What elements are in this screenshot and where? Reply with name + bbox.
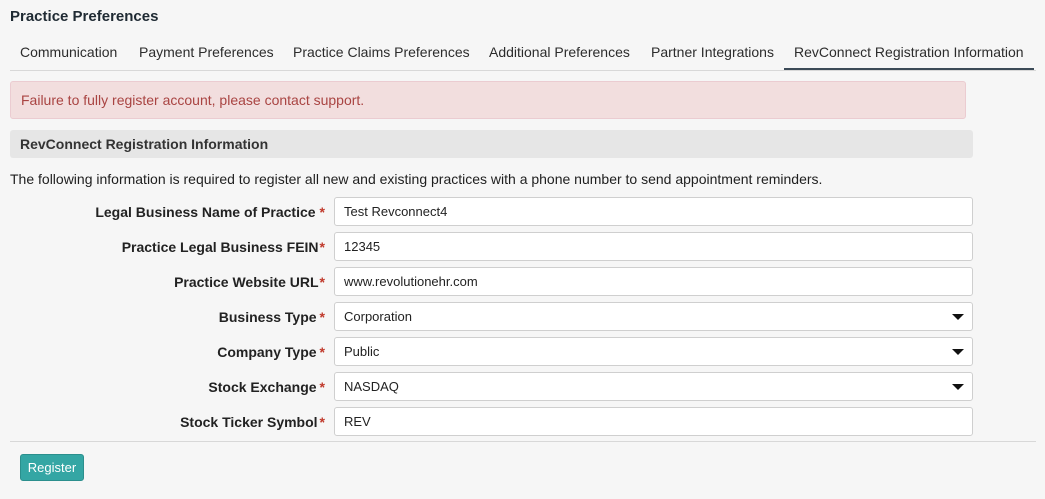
company-type-label: Company Type * bbox=[217, 344, 325, 360]
section-header: RevConnect Registration Information bbox=[10, 130, 973, 158]
website-input[interactable]: www.revolutionehr.com bbox=[334, 267, 973, 296]
business-type-label: Business Type * bbox=[218, 309, 325, 325]
required-marker: * bbox=[319, 239, 325, 255]
caret-down-icon bbox=[952, 349, 964, 355]
company-type-select[interactable]: Public bbox=[334, 337, 973, 366]
stock-exchange-label: Stock Exchange * bbox=[208, 379, 325, 395]
required-marker: * bbox=[319, 274, 325, 290]
stock-exchange-row: Stock Exchange * NASDAQ bbox=[0, 372, 1045, 402]
business-type-value: Corporation bbox=[344, 309, 412, 324]
footer-divider bbox=[10, 441, 1036, 442]
ticker-label: Stock Ticker Symbol * bbox=[180, 414, 325, 430]
caret-down-icon bbox=[952, 314, 964, 320]
legal-name-input[interactable]: Test Revconnect4 bbox=[334, 197, 973, 226]
company-type-row: Company Type * Public bbox=[0, 337, 1045, 367]
page-title: Practice Preferences bbox=[10, 8, 159, 25]
required-marker: * bbox=[319, 309, 325, 325]
ticker-row: Stock Ticker Symbol * REV bbox=[0, 407, 1045, 437]
fein-label: Practice Legal Business FEIN* bbox=[121, 239, 325, 255]
website-row: Practice Website URL* www.revolutionehr.… bbox=[0, 267, 1045, 297]
business-type-select[interactable]: Corporation bbox=[334, 302, 973, 331]
ticker-input[interactable]: REV bbox=[334, 407, 973, 436]
stock-exchange-value: NASDAQ bbox=[344, 379, 399, 394]
caret-down-icon bbox=[952, 384, 964, 390]
required-marker: * bbox=[319, 414, 325, 430]
tab-additional-preferences[interactable]: Additional Preferences bbox=[489, 36, 630, 69]
tab-communication[interactable]: Communication bbox=[20, 36, 117, 69]
stock-exchange-select[interactable]: NASDAQ bbox=[334, 372, 973, 401]
tab-practice-claims-preferences[interactable]: Practice Claims Preferences bbox=[293, 36, 470, 69]
error-alert: Failure to fully register account, pleas… bbox=[10, 81, 966, 119]
intro-text: The following information is required to… bbox=[10, 171, 823, 187]
required-marker: * bbox=[319, 344, 325, 360]
required-marker: * bbox=[319, 379, 325, 395]
required-marker: * bbox=[319, 204, 325, 220]
tab-bar: Communication Payment Preferences Practi… bbox=[10, 36, 1036, 71]
business-type-row: Business Type * Corporation bbox=[0, 302, 1045, 332]
tab-payment-preferences[interactable]: Payment Preferences bbox=[139, 36, 274, 69]
company-type-value: Public bbox=[344, 344, 380, 359]
website-label: Practice Website URL* bbox=[174, 274, 325, 290]
tab-partner-integrations[interactable]: Partner Integrations bbox=[651, 36, 774, 69]
register-button[interactable]: Register bbox=[20, 454, 84, 481]
fein-input[interactable]: 12345 bbox=[334, 232, 973, 261]
fein-row: Practice Legal Business FEIN* 12345 bbox=[0, 232, 1045, 262]
tab-revconnect-registration[interactable]: RevConnect Registration Information bbox=[784, 36, 1034, 70]
legal-name-label: Legal Business Name of Practice * bbox=[95, 204, 325, 220]
legal-name-row: Legal Business Name of Practice * Test Re… bbox=[0, 197, 1045, 227]
